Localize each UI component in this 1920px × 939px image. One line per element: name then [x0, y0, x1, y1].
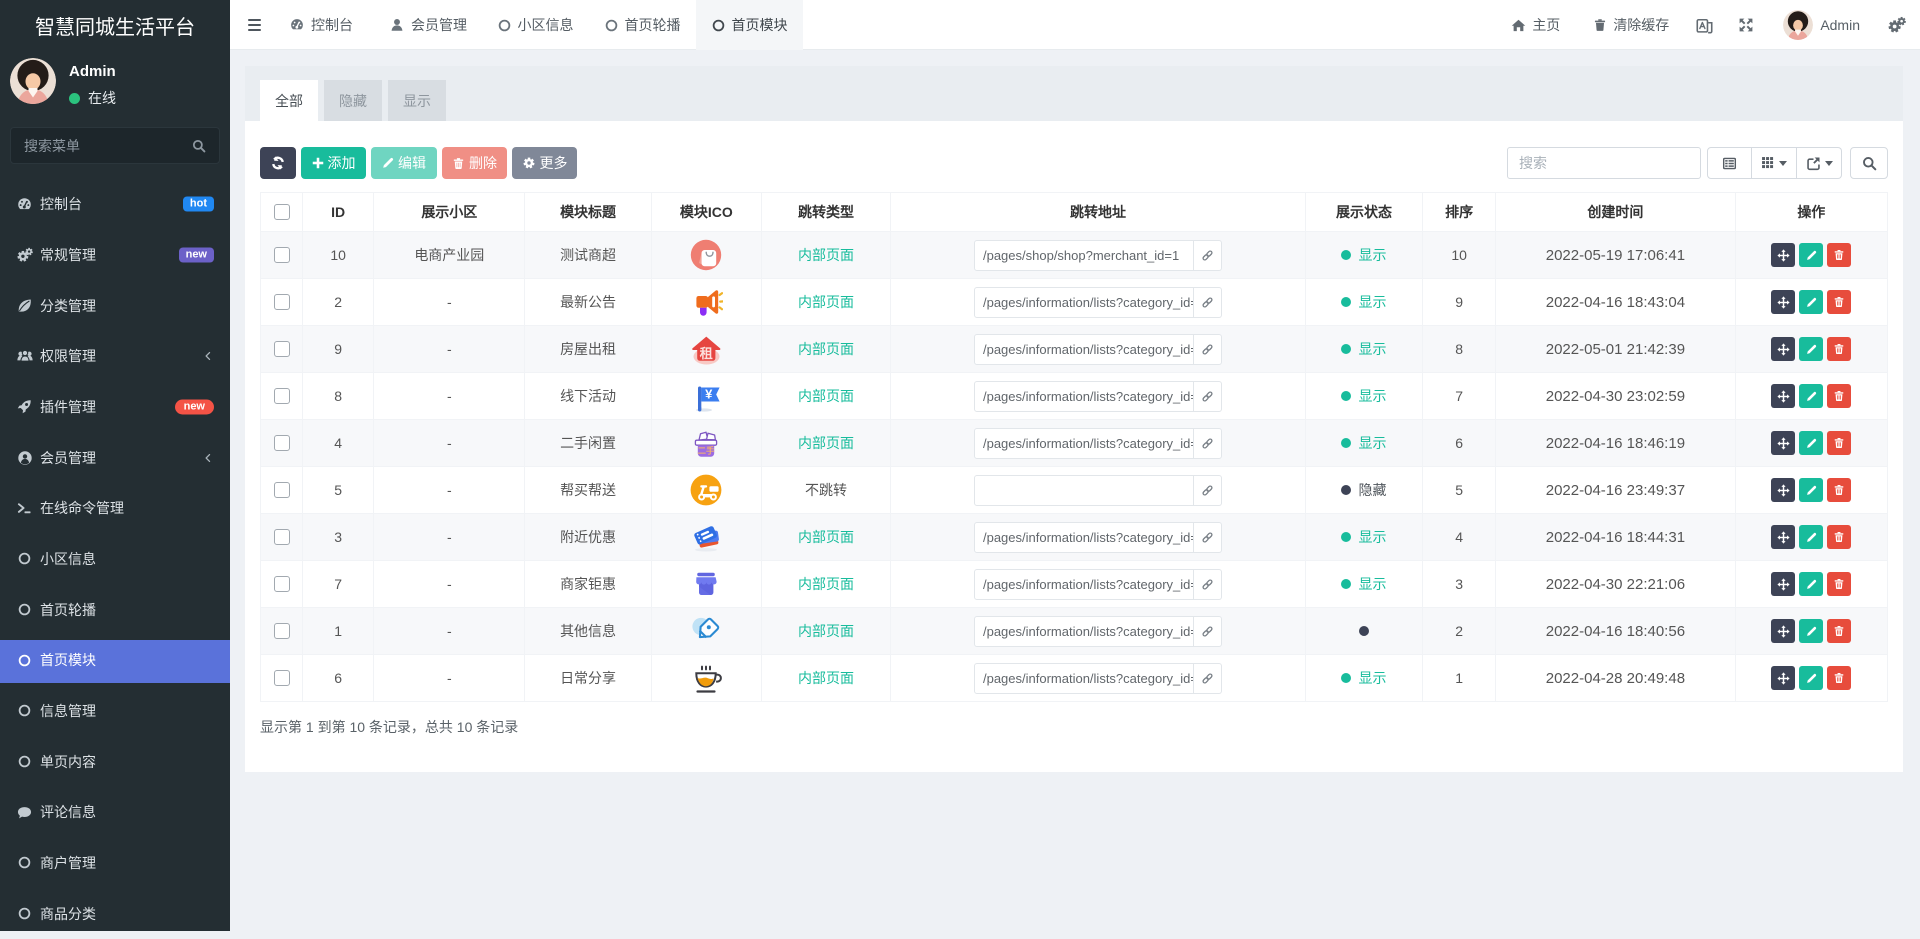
svg-text:¥: ¥	[705, 386, 713, 401]
svg-text:租: 租	[700, 346, 713, 361]
svg-text:二手: 二手	[698, 446, 716, 456]
